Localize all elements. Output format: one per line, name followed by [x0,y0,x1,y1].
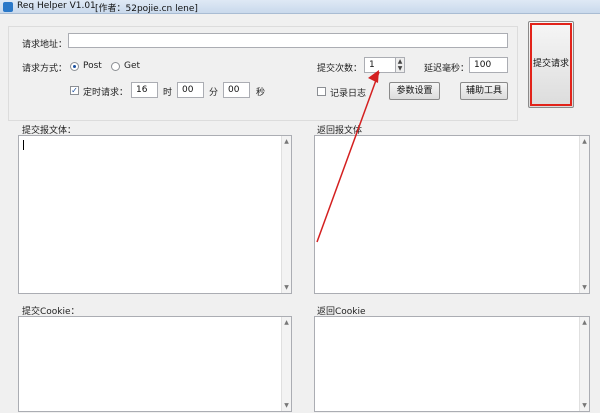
arrow-line [316,71,380,243]
arrow-head-icon [368,70,379,83]
main-window: 请求地址： 请求方式： Post Get 提交次数： 1 ▲ ▼ 延迟毫秒： 1… [0,14,600,413]
window-author: [作者：52pojie.cn lene] [95,4,198,14]
window-title: Req Helper V1.01 [17,1,96,11]
app-icon [3,2,13,12]
annotation-arrow [316,70,380,243]
title-bar: Req Helper V1.01 [作者：52pojie.cn lene] [0,0,600,14]
